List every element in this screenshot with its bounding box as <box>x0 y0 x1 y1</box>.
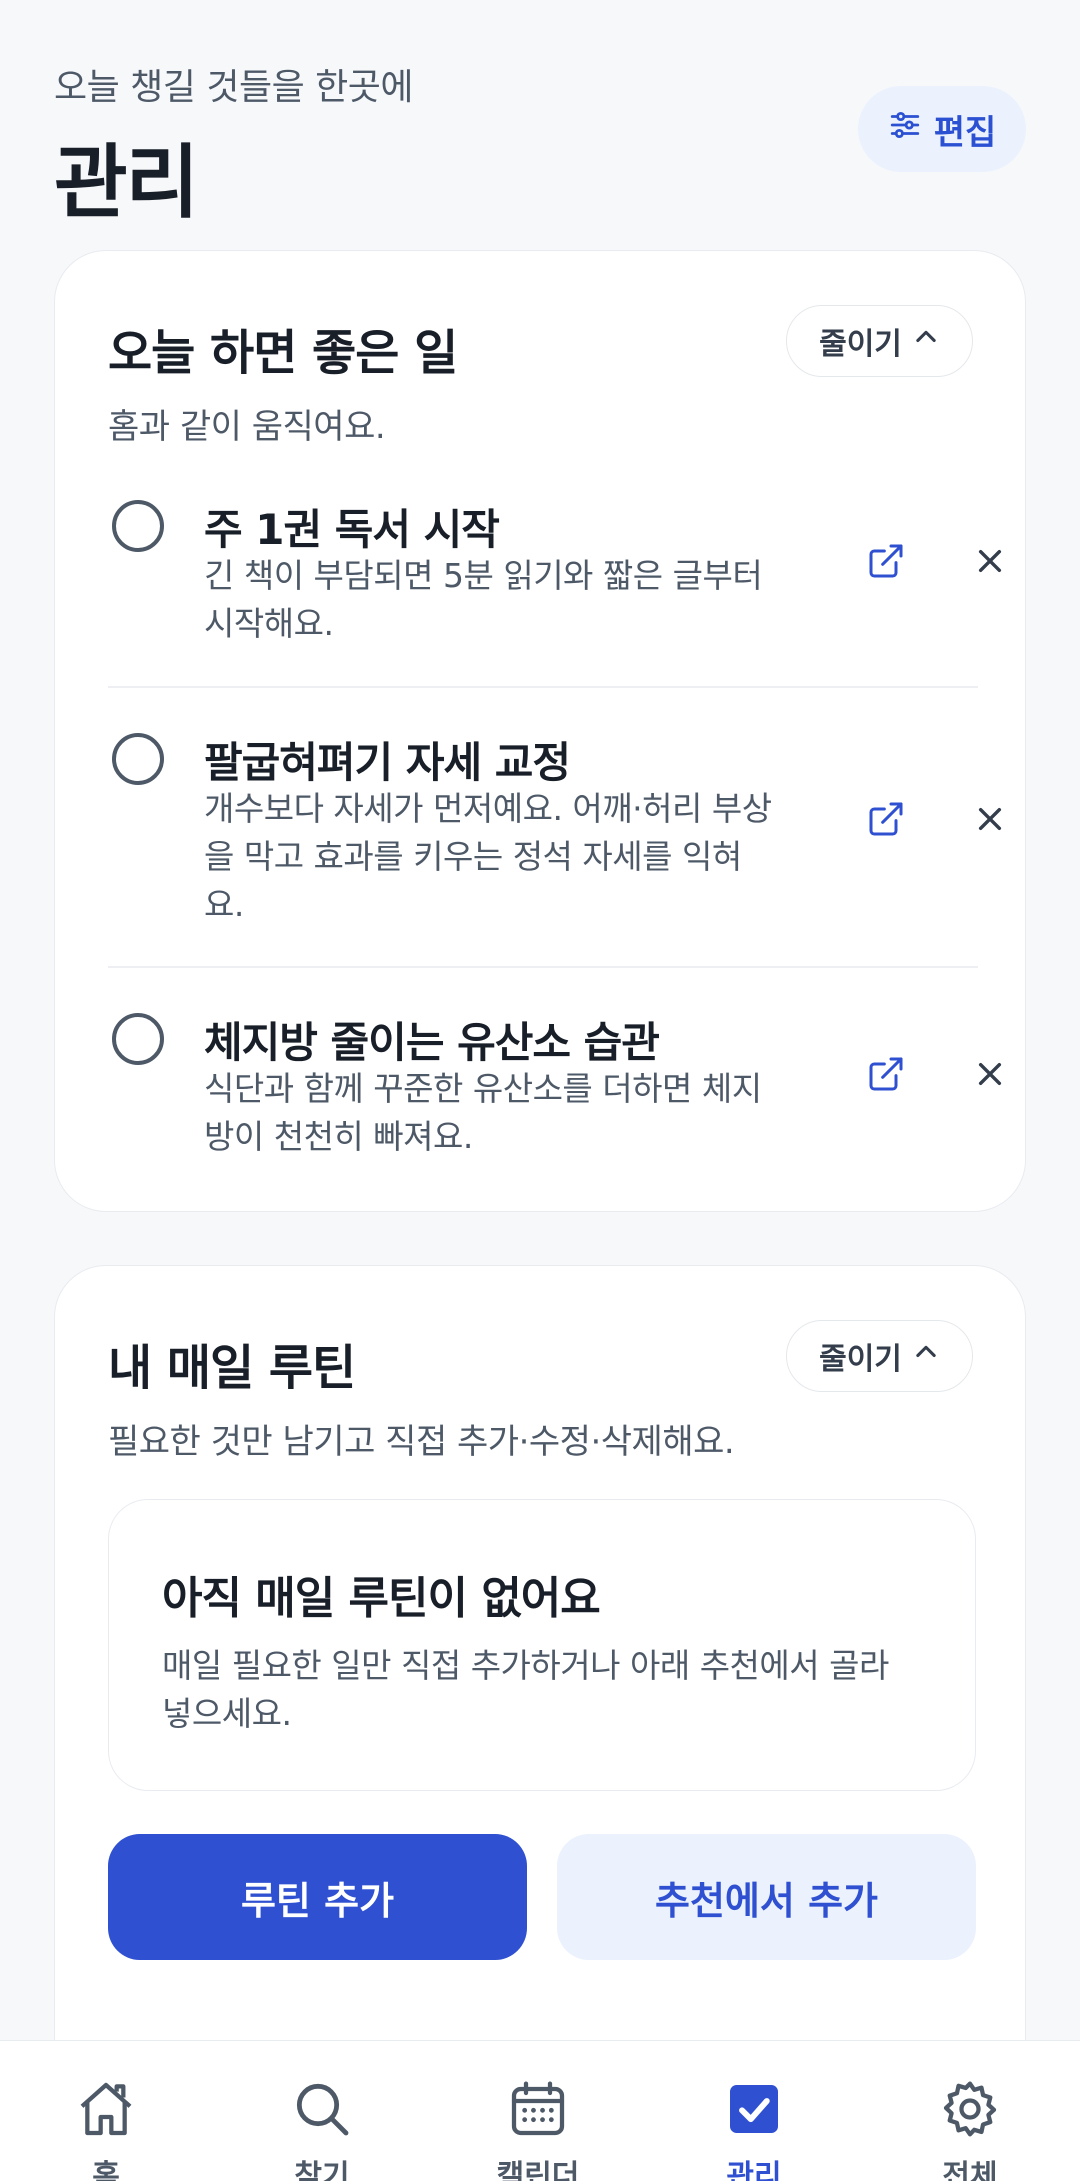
close-icon[interactable] <box>974 1058 1006 1090</box>
search-icon <box>290 2077 354 2141</box>
collapse-button[interactable]: 줄이기 <box>786 305 973 377</box>
card-subtitle: 홈과 같이 움직여요. <box>108 407 386 447</box>
edit-label: 편집 <box>933 112 997 153</box>
task-checkbox[interactable] <box>112 733 164 785</box>
collapse-label: 줄이기 <box>819 327 902 362</box>
manage-screen: 오늘 챙길 것들을 한곳에 관리 편집 오늘 하면 좋은 일 홈과 같이 움직여… <box>0 0 1080 2181</box>
edit-button[interactable]: 편집 <box>858 86 1026 172</box>
nav-item-calendar[interactable]: 캘린더 <box>478 2077 598 2181</box>
divider <box>108 966 978 968</box>
nav-label: 관리 <box>726 2159 782 2181</box>
task-checkbox[interactable] <box>112 1013 164 1065</box>
task-description: 긴 책이 부담되면 5분 읽기와 짧은 글부터 시작해요. <box>204 556 763 643</box>
task-title: 팔굽혀펴기 자세 교정 <box>204 738 571 787</box>
bottom-nav: 홈 찾기 캘린더 관리 전체 <box>0 2040 1080 2181</box>
nav-label: 전체 <box>942 2159 998 2181</box>
close-icon[interactable] <box>974 803 1006 835</box>
empty-state: 아직 매일 루틴이 없어요 매일 필요한 일만 직접 추가하거나 아래 추천에서… <box>108 1499 976 1791</box>
task-description: 식단과 함께 꾸준한 유산소를 더하면 체지방이 천천히 빠져요. <box>204 1069 762 1156</box>
add-routine-button[interactable]: 루틴 추가 <box>108 1834 527 1960</box>
empty-description: 매일 필요한 일만 직접 추가하거나 아래 추천에서 골라 넣으세요. <box>162 1646 889 1733</box>
page-header: 오늘 챙길 것들을 한곳에 관리 편집 <box>54 58 1026 229</box>
chevron-up-icon <box>912 1338 940 1374</box>
task-checkbox[interactable] <box>112 500 164 552</box>
nav-label: 찾기 <box>294 2159 350 2181</box>
task-item: 체지방 줄이는 유산소 습관 식단과 함께 꾸준한 유산소를 더하면 체지방이 … <box>108 1009 1002 1179</box>
nav-item-manage[interactable]: 관리 <box>694 2077 814 2181</box>
external-link-icon[interactable] <box>866 541 906 581</box>
checkbox-icon <box>722 2077 786 2141</box>
gear-icon <box>938 2077 1002 2141</box>
task-item: 팔굽혀펴기 자세 교정 개수보다 자세가 먼저예요. 어깨·허리 부상을 막고 … <box>108 729 1002 929</box>
card-title: 내 매일 루틴 <box>108 1340 356 1396</box>
divider <box>108 686 978 688</box>
add-from-recommendation-button[interactable]: 추천에서 추가 <box>557 1834 976 1960</box>
nav-item-home[interactable]: 홈 <box>46 2077 166 2181</box>
home-icon <box>74 2077 138 2141</box>
nav-label: 캘린더 <box>496 2159 580 2181</box>
chevron-up-icon <box>912 323 940 359</box>
sliders-icon <box>888 108 922 151</box>
collapse-label: 줄이기 <box>819 1342 902 1377</box>
empty-title: 아직 매일 루틴이 없어요 <box>162 1573 601 1624</box>
external-link-icon[interactable] <box>866 1054 906 1094</box>
close-icon[interactable] <box>974 545 1006 577</box>
nav-label: 홈 <box>92 2159 120 2181</box>
task-title: 주 1권 독서 시작 <box>204 505 500 554</box>
nav-item-all[interactable]: 전체 <box>910 2077 1030 2181</box>
nav-item-search[interactable]: 찾기 <box>262 2077 382 2181</box>
task-item: 주 1권 독서 시작 긴 책이 부담되면 5분 읽기와 짧은 글부터 시작해요. <box>108 496 1002 666</box>
external-link-icon[interactable] <box>866 799 906 839</box>
task-description: 개수보다 자세가 먼저예요. 어깨·허리 부상을 막고 효과를 키우는 정석 자… <box>204 789 772 924</box>
collapse-button[interactable]: 줄이기 <box>786 1320 973 1392</box>
card-title: 오늘 하면 좋은 일 <box>108 325 458 381</box>
card-subtitle: 필요한 것만 남기고 직접 추가·수정·삭제해요. <box>108 1422 735 1462</box>
today-tasks-card: 오늘 하면 좋은 일 홈과 같이 움직여요. 줄이기 주 1권 독서 시작 긴 … <box>54 250 1026 1212</box>
task-title: 체지방 줄이는 유산소 습관 <box>204 1018 660 1067</box>
calendar-icon <box>506 2077 570 2141</box>
